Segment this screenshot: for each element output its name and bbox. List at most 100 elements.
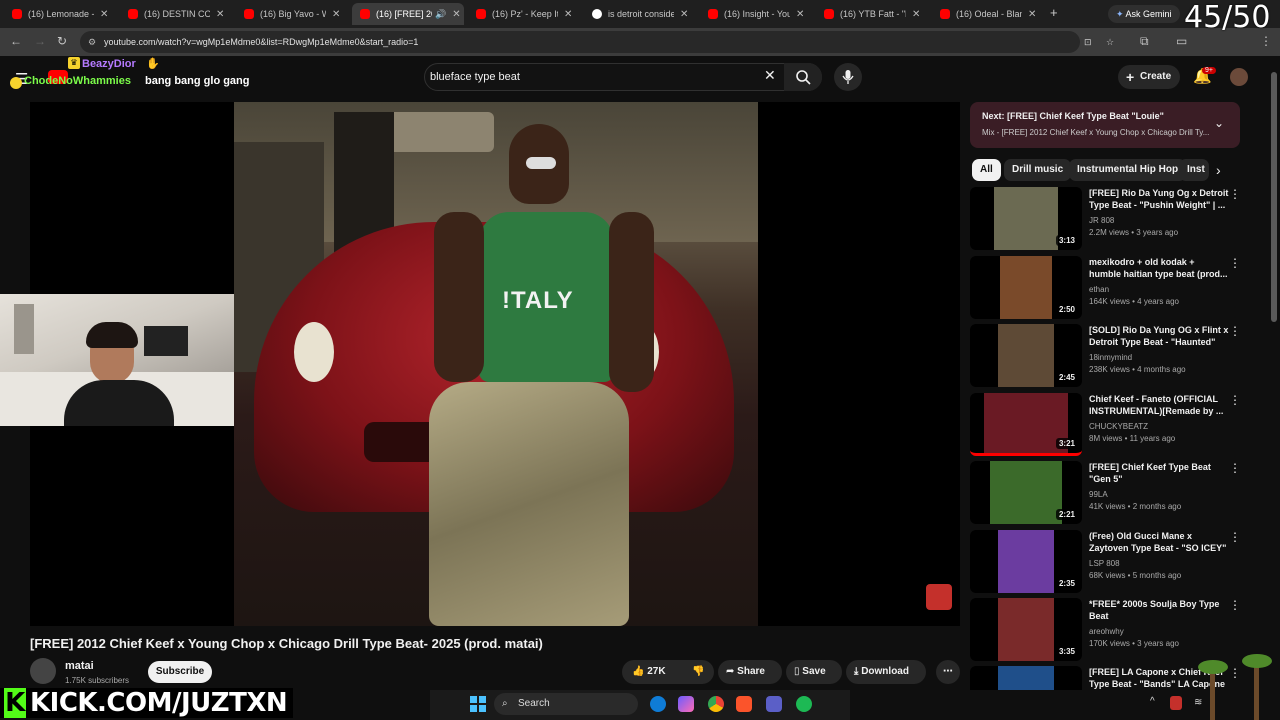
more-actions-button[interactable]: ⋯ (936, 660, 960, 684)
brave-browser-icon[interactable] (736, 696, 752, 712)
recommended-thumbnail[interactable]: 2:45 (970, 324, 1082, 387)
browser-tab[interactable]: (16) Big Yavo - Wel ✕ (236, 3, 348, 25)
channel-avatar[interactable] (30, 658, 56, 684)
palm-leaves (1198, 660, 1228, 674)
close-tab-icon[interactable]: ✕ (216, 9, 224, 20)
browser-tab[interactable]: (16) YTB Fatt - "Bac ✕ (816, 3, 928, 25)
search-input[interactable] (430, 66, 760, 88)
chip-all[interactable]: All (972, 159, 1001, 181)
search-button[interactable] (784, 63, 822, 91)
recommended-title: (Free) Old Gucci Mane x Zaytoven Type Be… (1089, 531, 1227, 553)
close-tab-icon[interactable]: ✕ (912, 9, 920, 20)
account-avatar[interactable] (1230, 68, 1248, 86)
close-tab-icon[interactable]: ✕ (796, 9, 804, 20)
ask-gemini-button[interactable]: ✦ Ask Gemini (1108, 5, 1180, 23)
recommended-thumbnail[interactable]: 2:50 (970, 256, 1082, 319)
close-tab-icon[interactable]: ✕ (332, 9, 340, 20)
forward-button[interactable]: → (34, 34, 46, 48)
more-vertical-icon[interactable]: ⋮ (1229, 598, 1241, 612)
back-button[interactable]: ← (10, 34, 22, 48)
bookmark-star-icon[interactable]: ☆ (1106, 31, 1114, 53)
recommended-video[interactable]: 2:50 mexikodro + old kodak + humble hait… (970, 256, 1244, 320)
save-button[interactable]: ▯ Save (786, 660, 842, 684)
tab-search-icon[interactable]: ▭ (1176, 34, 1187, 48)
address-bar[interactable]: ⚙ youtube.com/watch?v=wgMp1eMdme0&list=R… (80, 31, 1114, 53)
more-vertical-icon[interactable]: ⋮ (1229, 324, 1241, 338)
browser-tab[interactable]: (16) Pz' - Keep It Tu ✕ (468, 3, 580, 25)
recommended-video[interactable]: 2:21 [FREE] Chief Keef Type Beat "Gen 5"… (970, 461, 1244, 525)
browser-menu-icon[interactable]: ⋮ (1260, 34, 1272, 48)
site-info-icon[interactable]: ⚙ (88, 31, 96, 53)
start-tile (470, 705, 477, 712)
recommended-title: mexikodro + old kodak + humble haitian t… (1089, 257, 1228, 279)
chevron-right-icon[interactable]: › (1216, 162, 1221, 178)
new-tab-button[interactable]: + (1050, 5, 1058, 20)
browser-tab[interactable]: is detroit conside ✕ (584, 3, 696, 25)
spotify-icon[interactable] (796, 696, 812, 712)
more-vertical-icon[interactable]: ⋮ (1229, 256, 1241, 270)
edge-browser-icon[interactable] (650, 696, 666, 712)
share-button[interactable]: ➦ Share (718, 660, 782, 684)
browser-tab[interactable]: (16) DESTIN CONR ✕ (120, 3, 232, 25)
recommended-thumbnail[interactable]: 3:35 (970, 598, 1082, 661)
recommended-meta: 2.2M views • 3 years ago (1089, 228, 1179, 237)
close-tab-icon[interactable]: ✕ (1028, 9, 1036, 20)
recommended-thumbnail[interactable]: 2:35 (970, 530, 1082, 593)
system-tray-chevron-icon[interactable]: ^ (1150, 696, 1155, 707)
audio-playing-icon[interactable]: 🔊 (435, 9, 446, 20)
more-vertical-icon[interactable]: ⋮ (1229, 461, 1241, 475)
recommended-thumbnail[interactable]: 3:21 (970, 393, 1082, 456)
recommended-video[interactable]: 3:21 Chief Keef - Faneto (OFFICIAL INSTR… (970, 393, 1244, 457)
channel-name[interactable]: matai (65, 660, 94, 672)
person-pants (429, 382, 629, 626)
like-button[interactable]: 👍 27K (622, 660, 678, 684)
close-tab-icon[interactable]: ✕ (452, 9, 460, 20)
subscribe-watermark-icon[interactable] (926, 584, 952, 610)
download-button[interactable]: ⤓ Download (846, 660, 926, 684)
video-duration: 3:21 (1055, 438, 1078, 449)
tray-app-icon[interactable] (1170, 696, 1182, 710)
recommended-thumbnail[interactable] (970, 666, 1082, 690)
up-next-panel[interactable]: Next: [FREE] Chief Keef Type Beat "Louie… (970, 102, 1240, 148)
palm-tree-overlay (1196, 654, 1280, 720)
page-scrollbar[interactable] (1271, 72, 1277, 322)
webcam-overlay (0, 294, 234, 426)
recommended-thumbnail[interactable]: 3:13 (970, 187, 1082, 250)
create-button[interactable]: + Create (1118, 65, 1180, 89)
clear-search-icon[interactable]: ✕ (764, 67, 776, 84)
chrome-browser-icon[interactable] (708, 696, 724, 712)
more-vertical-icon[interactable]: ⋮ (1229, 187, 1241, 201)
close-tab-icon[interactable]: ✕ (680, 9, 688, 20)
thumbnail-art (994, 187, 1058, 250)
recommended-video[interactable]: 3:35 *FREE* 2000s Soulja Boy Type Beat a… (970, 598, 1244, 662)
browser-tab[interactable]: (16) Lemonade - Yo ✕ (4, 3, 116, 25)
voice-search-button[interactable] (834, 63, 862, 91)
recommended-video[interactable]: 2:35 (Free) Old Gucci Mane x Zaytoven Ty… (970, 530, 1244, 594)
teams-icon[interactable] (766, 696, 782, 712)
extensions-icon[interactable]: ⧉ (1140, 34, 1149, 49)
browser-tab-active[interactable]: (16) [FREE] 2012 🔊 ✕ (352, 3, 464, 25)
more-vertical-icon[interactable]: ⋮ (1229, 393, 1241, 407)
chevron-down-icon[interactable]: ⌄ (1214, 116, 1224, 130)
recommended-video[interactable]: 3:13 [FREE] Rio Da Yung Og x Detroit Typ… (970, 187, 1244, 251)
install-app-icon[interactable]: ⊡ (1084, 31, 1092, 53)
youtube-favicon-icon (12, 9, 22, 19)
browser-tab[interactable]: (16) Odeal - Blame ✕ (932, 3, 1044, 25)
recommended-title: [SOLD] Rio Da Yung OG x Flint x Detroit … (1089, 325, 1229, 347)
more-vertical-icon[interactable]: ⋮ (1229, 530, 1241, 544)
chip-inst[interactable]: Inst (1179, 159, 1209, 181)
subscribe-button[interactable]: Subscribe (148, 661, 212, 683)
reload-button[interactable]: ↻ (57, 34, 67, 48)
taskbar-search[interactable]: ⌕ Search (494, 693, 638, 715)
dislike-button[interactable]: 👎 (684, 660, 712, 684)
browser-tab[interactable]: (16) Insight - YouTu ✕ (700, 3, 812, 25)
close-tab-icon[interactable]: ✕ (564, 9, 572, 20)
chip-instrumental-hip-hop[interactable]: Instrumental Hip Hop (1069, 159, 1187, 181)
close-tab-icon[interactable]: ✕ (100, 9, 108, 20)
recommended-video[interactable]: 2:45 [SOLD] Rio Da Yung OG x Flint x Det… (970, 324, 1244, 388)
browser-tab-strip: (16) Lemonade - Yo ✕ (16) DESTIN CONR ✕ … (0, 0, 1280, 28)
recommended-thumbnail[interactable]: 2:21 (970, 461, 1082, 524)
windows-start-icon[interactable] (470, 696, 486, 712)
chip-drill-music[interactable]: Drill music (1004, 159, 1072, 181)
copilot-icon[interactable] (678, 696, 694, 712)
